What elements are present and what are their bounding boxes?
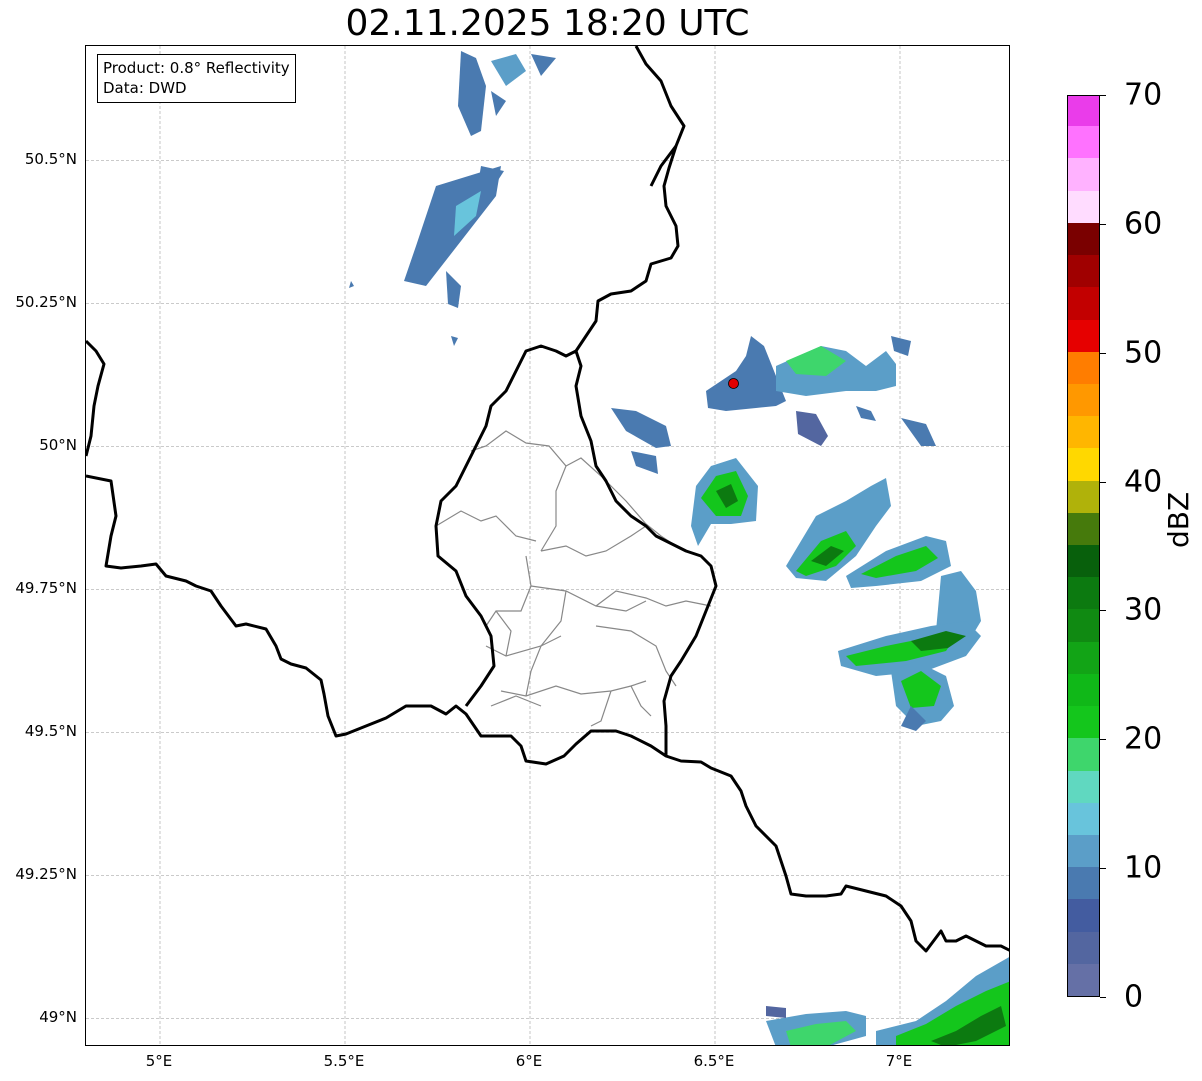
colorbar-unit-label: dBZ: [1162, 491, 1195, 548]
colorbar-segment: [1068, 157, 1099, 191]
colorbar-segment: [1068, 705, 1099, 739]
lon-tick-label: 7°E: [885, 1052, 913, 1070]
lat-tick-label: 49.75°N: [15, 579, 77, 598]
colorbar-segment: [1068, 576, 1099, 610]
lat-tick-label: 50.5°N: [24, 150, 77, 169]
colorbar-segment: [1068, 512, 1099, 545]
colorbar-segment: [1068, 898, 1099, 932]
radar-map[interactable]: [85, 45, 1010, 1046]
echo-cell: [901, 418, 936, 446]
echo-cell: [451, 336, 458, 346]
echo-cell: [491, 54, 526, 86]
colorbar-segment: [1068, 96, 1099, 127]
echo-cell: [891, 336, 911, 356]
echo-cell: [856, 406, 876, 421]
map-title: 02.11.2025 18:20 UTC: [345, 3, 750, 44]
echo-cell: [491, 91, 506, 116]
colorbar-tick: [1100, 481, 1106, 483]
colorbar-tick: [1100, 739, 1106, 741]
colorbar-tick-label: 60: [1124, 206, 1163, 242]
reflectivity-colorbar: [1067, 95, 1100, 997]
colorbar-segment: [1068, 673, 1099, 707]
colorbar-segment: [1068, 318, 1099, 352]
data-source-label: Data: DWD: [103, 79, 187, 97]
colorbar-segment: [1068, 963, 1099, 996]
echo-cell: [766, 1006, 786, 1018]
colorbar-segment: [1068, 544, 1099, 578]
echo-cell: [796, 411, 828, 446]
colorbar-tick: [1100, 610, 1106, 612]
colorbar-tick: [1100, 352, 1106, 354]
colorbar-segment: [1068, 930, 1099, 964]
colorbar-tick: [1100, 868, 1106, 870]
echo-cell: [631, 451, 658, 474]
colorbar-segment: [1068, 447, 1099, 481]
lat-tick-label: 49°N: [39, 1008, 77, 1027]
colorbar-segment: [1068, 834, 1099, 868]
echo-cell: [349, 281, 354, 288]
colorbar-tick-label: 0: [1124, 979, 1144, 1015]
colorbar-segment: [1068, 222, 1099, 256]
colorbar-segment: [1068, 608, 1099, 642]
map-canvas: [86, 46, 1009, 1045]
lon-tick-label: 6.5°E: [693, 1052, 735, 1070]
colorbar-tick-label: 20: [1124, 721, 1163, 757]
lon-tick-label: 6°E: [515, 1052, 543, 1070]
colorbar-segment: [1068, 351, 1099, 384]
colorbar-tick: [1100, 95, 1106, 96]
colorbar-segment: [1068, 286, 1099, 320]
lat-tick-label: 49.25°N: [15, 865, 77, 884]
echo-cell: [446, 271, 461, 308]
lat-tick-label: 50.25°N: [15, 293, 77, 312]
colorbar-tick: [1100, 997, 1106, 998]
echo-cell: [458, 51, 486, 136]
colorbar-segment: [1068, 802, 1099, 835]
lat-tick-label: 49.5°N: [24, 722, 77, 741]
colorbar-tick-label: 30: [1124, 592, 1163, 628]
colorbar-segment: [1068, 190, 1099, 223]
echo-cell: [706, 336, 786, 411]
colorbar-segment: [1068, 641, 1099, 674]
lon-tick-label: 5°E: [145, 1052, 173, 1070]
colorbar-tick: [1100, 223, 1106, 225]
colorbar-segment: [1068, 383, 1099, 417]
colorbar-segment: [1068, 415, 1099, 449]
lon-tick-label: 5.5°E: [323, 1052, 365, 1070]
colorbar-segment: [1068, 769, 1099, 803]
echo-cell: [611, 408, 671, 448]
echo-cell: [531, 54, 556, 76]
colorbar-segment: [1068, 737, 1099, 771]
colorbar-segment: [1068, 125, 1099, 159]
radar-site-marker[interactable]: [728, 378, 739, 389]
colorbar-segment: [1068, 866, 1099, 900]
echo-cell: [404, 166, 501, 286]
colorbar-tick-label: 70: [1124, 77, 1163, 113]
map-gridlines: [86, 46, 1009, 1045]
colorbar-tick-label: 50: [1124, 335, 1163, 371]
colorbar-segment: [1068, 254, 1099, 288]
colorbar-tick-label: 40: [1124, 464, 1163, 500]
lat-tick-label: 50°N: [39, 436, 77, 455]
colorbar-tick-label: 10: [1124, 850, 1163, 886]
product-label: Product: 0.8° Reflectivity: [103, 59, 290, 77]
product-info-box: Product: 0.8° Reflectivity Data: DWD: [97, 54, 296, 103]
colorbar-segment: [1068, 479, 1099, 513]
